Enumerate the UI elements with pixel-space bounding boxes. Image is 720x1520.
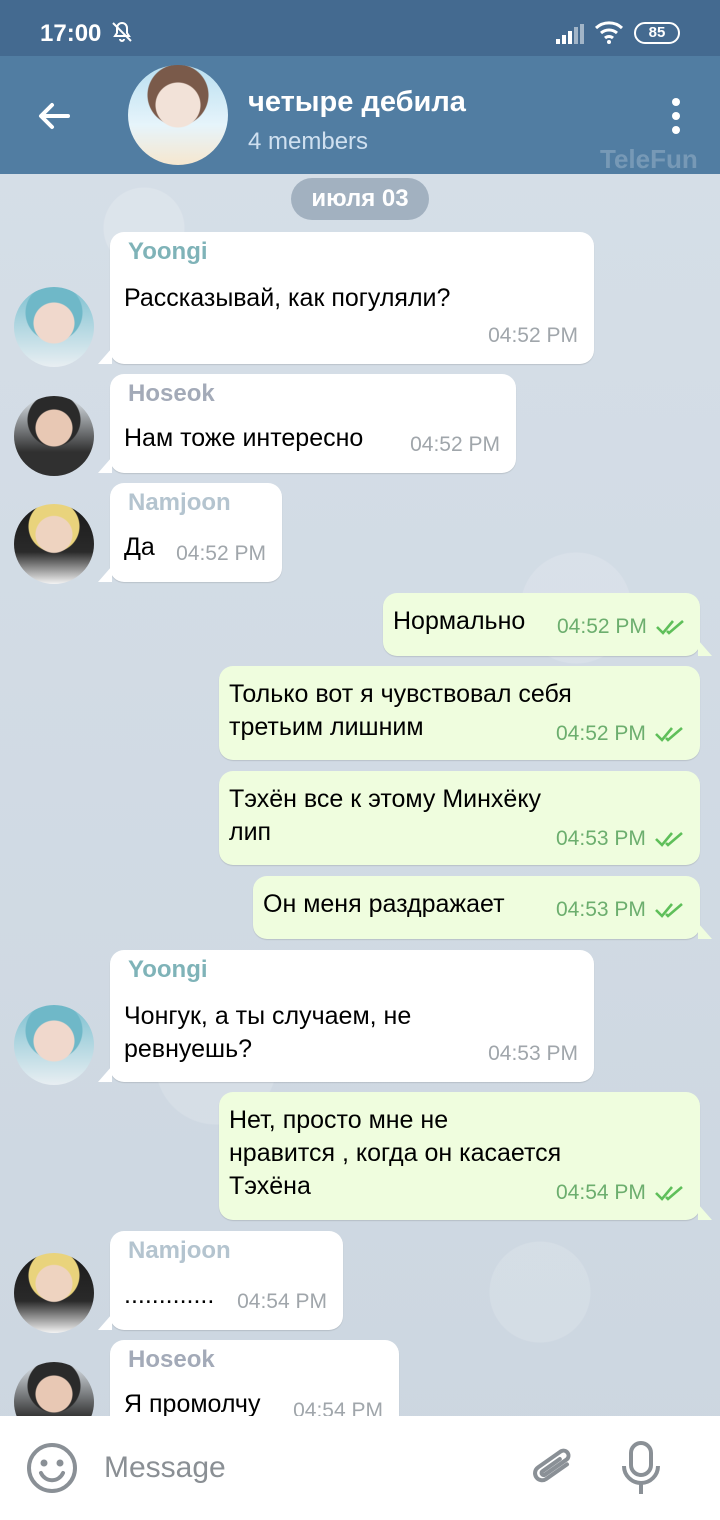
message-time: 04:54 PM	[556, 1181, 646, 1204]
sender-name[interactable]: Hoseok	[128, 380, 215, 408]
sender-name[interactable]: Yoongi	[128, 956, 208, 984]
mic-icon[interactable]	[620, 1440, 662, 1498]
watermark: TeleFun	[600, 144, 698, 174]
message-text: Он меня раздражает	[263, 890, 505, 918]
message-time: 04:53 PM	[556, 898, 646, 921]
incoming-message[interactable]: Yoongi Чонгук, а ты случаем, не ревнуешь…	[98, 950, 594, 1082]
message-time: 04:53 PM	[556, 827, 646, 850]
message-text: Рассказывай, как погуляли?	[124, 284, 451, 312]
status-bar: 17:00 85	[0, 0, 720, 56]
date-separator: июля 03	[291, 178, 429, 220]
message-text: Нормально	[393, 607, 526, 635]
incoming-message[interactable]: Yoongi Рассказывай, как погуляли? 04:52 …	[98, 232, 594, 364]
incoming-message[interactable]: Namjoon Да 04:52 PM	[98, 483, 282, 582]
emoji-icon[interactable]	[26, 1442, 78, 1494]
message-text: Нет, просто мне не нравится , когда он к…	[229, 1106, 562, 1200]
sender-name[interactable]: Yoongi	[128, 238, 208, 266]
message-time: 04:53 PM	[488, 1042, 578, 1065]
wifi-icon	[594, 21, 624, 44]
message-time: 04:52 PM	[556, 722, 646, 745]
chat-background	[0, 0, 720, 1520]
incoming-message[interactable]: Hoseok Нам тоже интересно 04:52 PM	[98, 374, 516, 473]
outgoing-message[interactable]: Только вот я чувствовал себя третьим лиш…	[219, 666, 700, 760]
sender-name[interactable]: Namjoon	[128, 489, 231, 517]
chat-title[interactable]: четыре дебила	[248, 86, 466, 119]
message-text: Чонгук, а ты случаем, не ревнуешь?	[124, 1002, 412, 1063]
attach-icon[interactable]	[528, 1442, 578, 1496]
outgoing-message[interactable]: Он меня раздражает 04:53 PM	[253, 876, 712, 939]
double-check-icon	[655, 727, 683, 742]
menu-dots-icon[interactable]	[666, 96, 686, 136]
signal-icon	[556, 24, 584, 44]
incoming-message[interactable]: Namjoon ............. 04:54 PM	[98, 1231, 343, 1330]
double-check-icon	[655, 1186, 683, 1201]
group-avatar[interactable]	[128, 65, 228, 165]
message-text: Тэхён все к этому Минхёку лип	[229, 785, 542, 846]
outgoing-message[interactable]: Нормально 04:52 PM	[383, 593, 712, 656]
message-time: 04:52 PM	[176, 542, 266, 565]
avatar-yoongi[interactable]	[14, 1005, 94, 1085]
avatar-hoseok[interactable]	[14, 396, 94, 476]
message-text: .............	[124, 1281, 215, 1309]
chat-subtitle: 4 members	[248, 128, 369, 155]
message-time: 04:54 PM	[237, 1290, 327, 1313]
message-text: Только вот я чувствовал себя третьим лиш…	[229, 680, 572, 741]
avatar-namjoon[interactable]	[14, 504, 94, 584]
message-time: 04:52 PM	[557, 615, 647, 638]
message-time: 04:52 PM	[488, 324, 578, 347]
sender-name[interactable]: Hoseok	[128, 1346, 215, 1374]
double-check-icon	[656, 620, 684, 635]
status-time: 17:00	[40, 20, 102, 47]
battery-indicator: 85	[634, 22, 680, 44]
double-check-icon	[655, 903, 683, 918]
mute-bell-icon	[112, 21, 132, 42]
sender-name[interactable]: Namjoon	[128, 1237, 231, 1265]
message-time: 04:52 PM	[410, 433, 500, 456]
message-text: Да	[124, 533, 155, 561]
message-input-bar	[0, 1416, 720, 1520]
avatar-yoongi[interactable]	[14, 287, 94, 367]
message-input[interactable]	[104, 1446, 504, 1490]
outgoing-message[interactable]: Тэхён все к этому Минхёку лип 04:53 PM	[219, 771, 700, 865]
back-arrow-icon[interactable]	[34, 96, 74, 136]
message-text: Нам тоже интересно	[124, 424, 364, 452]
outgoing-message[interactable]: Нет, просто мне не нравится , когда он к…	[219, 1092, 712, 1220]
avatar-namjoon[interactable]	[14, 1253, 94, 1333]
chat-header: четыре дебила 4 members TeleFun	[0, 56, 720, 174]
double-check-icon	[655, 832, 683, 847]
